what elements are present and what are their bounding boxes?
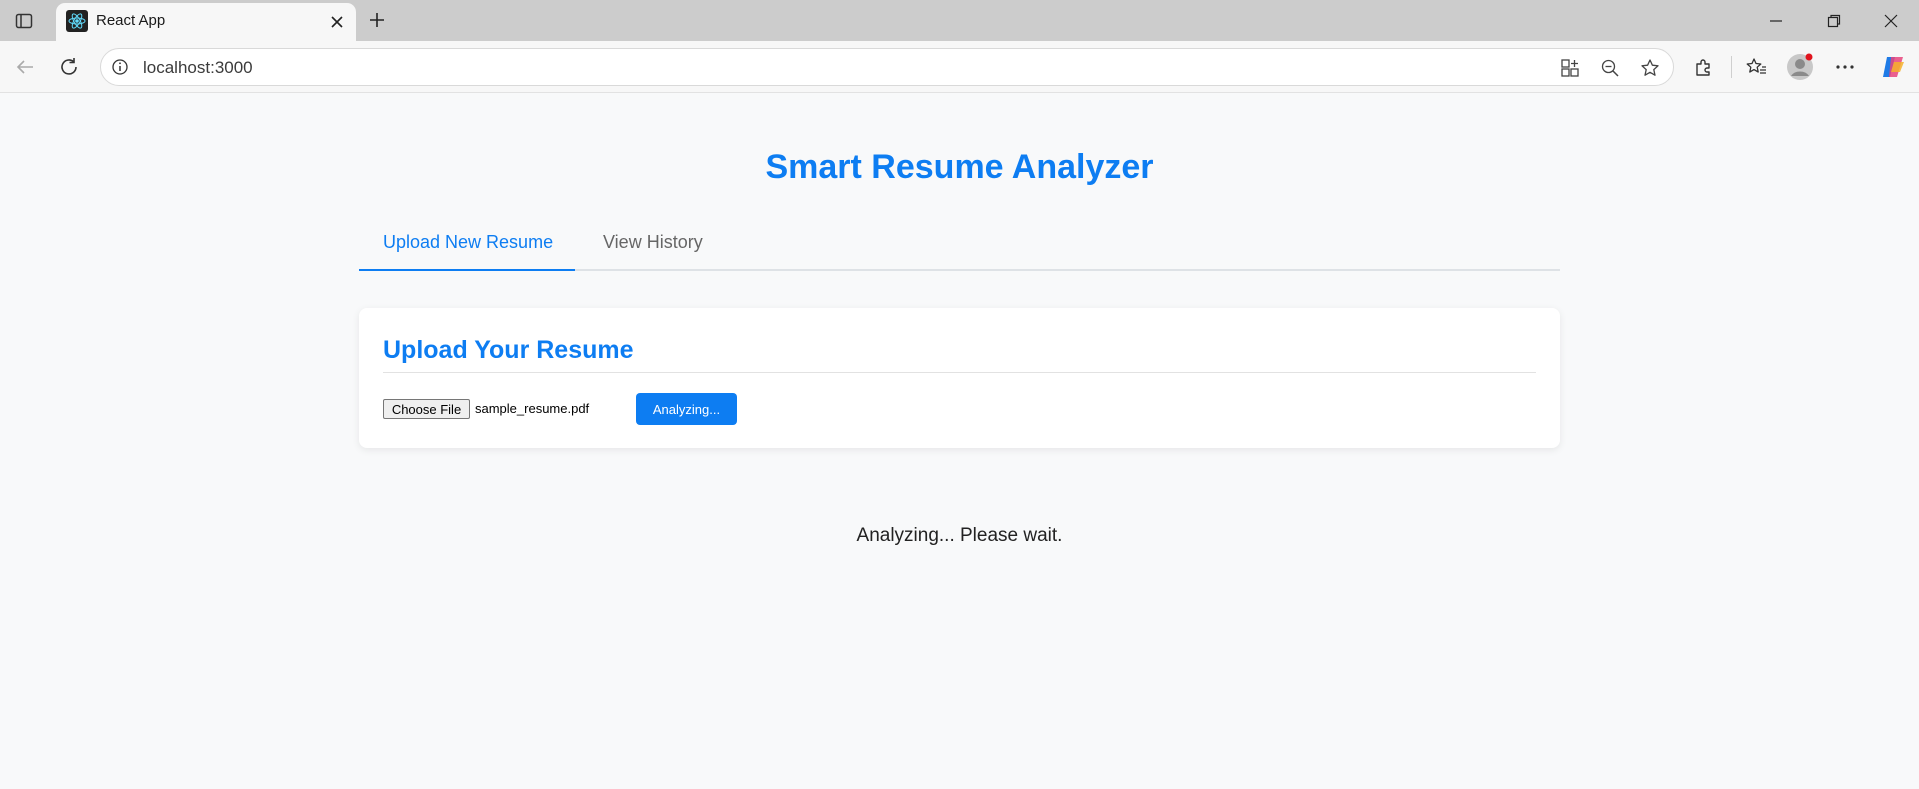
selected-file-name: sample_resume.pdf [475, 401, 590, 416]
sidebar-toggle-icon[interactable] [12, 9, 36, 33]
upload-card: Upload Your Resume Choose File sample_re… [359, 308, 1560, 448]
tab-view-history[interactable]: View History [603, 230, 723, 271]
card-divider [383, 372, 1536, 373]
profile-avatar-icon[interactable] [1785, 52, 1815, 82]
tab-upload-new-resume[interactable]: Upload New Resume [359, 230, 575, 271]
back-icon[interactable] [10, 52, 40, 82]
plus-icon[interactable] [364, 7, 390, 33]
url-text[interactable]: localhost:3000 [143, 58, 253, 78]
choose-file-button[interactable]: Choose File [383, 399, 470, 419]
page-title: Smart Resume Analyzer [765, 148, 1154, 186]
zoom-out-icon[interactable] [1597, 55, 1623, 81]
restore-icon[interactable] [1806, 0, 1862, 41]
close-window-icon[interactable] [1863, 0, 1919, 41]
toolbar-divider [1731, 56, 1732, 78]
tab-bar: Upload New Resume View History [359, 230, 1560, 271]
refresh-icon[interactable] [54, 52, 84, 82]
upload-heading: Upload Your Resume [383, 336, 634, 364]
copilot-icon[interactable] [1878, 52, 1908, 82]
favorites-icon[interactable] [1741, 52, 1771, 82]
react-logo-icon [66, 10, 88, 32]
analyze-button[interactable]: Analyzing... [636, 393, 737, 425]
browser-tab[interactable]: React App [56, 3, 356, 41]
app-install-icon[interactable] [1557, 55, 1583, 81]
tab-strip: React App [0, 0, 1919, 41]
address-bar[interactable]: localhost:3000 [100, 48, 1674, 86]
browser-toolbar: localhost:3000 [0, 41, 1919, 93]
close-icon[interactable] [324, 9, 350, 35]
info-icon[interactable] [111, 58, 129, 76]
minimize-icon[interactable] [1748, 0, 1804, 41]
more-icon[interactable] [1830, 52, 1860, 82]
extensions-icon[interactable] [1689, 52, 1719, 82]
status-message: Analyzing... Please wait. [856, 525, 1063, 546]
page-content: Smart Resume Analyzer Upload New Resume … [5, 94, 1914, 789]
star-icon[interactable] [1637, 55, 1663, 81]
tab-title: React App [96, 12, 166, 29]
